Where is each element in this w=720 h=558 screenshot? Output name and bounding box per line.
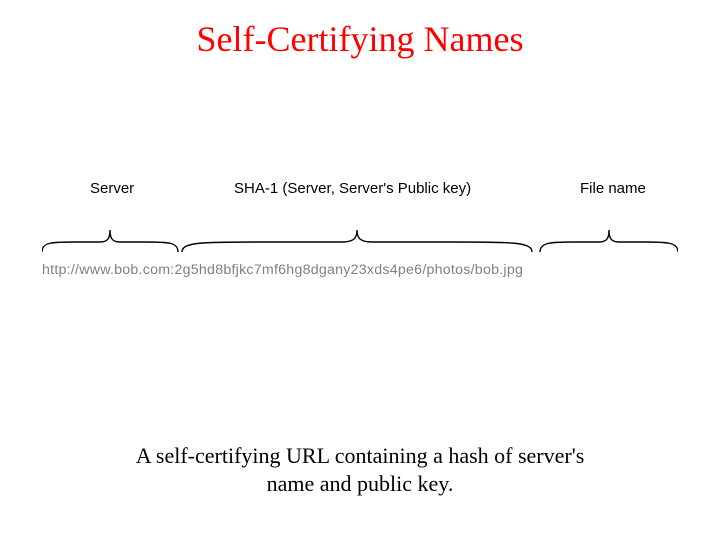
slide-title: Self-Certifying Names <box>0 18 720 60</box>
caption-line-2: name and public key. <box>267 471 454 496</box>
url-server-part: http://www.bob.com: <box>42 262 175 278</box>
caption-line-1: A self-certifying URL containing a hash … <box>136 443 585 468</box>
label-file: File name <box>580 180 646 197</box>
braces-icon <box>42 208 678 256</box>
labels-row: Server SHA-1 (Server, Server's Public ke… <box>42 180 678 202</box>
url-file-part: photos/bob.jpg <box>427 262 524 278</box>
caption: A self-certifying URL containing a hash … <box>0 442 720 497</box>
url-hash-part: 2g5hd8bfjkc7mf6hg8dgany23xds4pe6 <box>175 262 423 278</box>
label-sha1: SHA-1 (Server, Server's Public key) <box>234 180 471 197</box>
url-diagram: Server SHA-1 (Server, Server's Public ke… <box>42 180 678 300</box>
url-text: http://www.bob.com:2g5hd8bfjkc7mf6hg8dga… <box>42 262 678 278</box>
label-server: Server <box>90 180 134 197</box>
